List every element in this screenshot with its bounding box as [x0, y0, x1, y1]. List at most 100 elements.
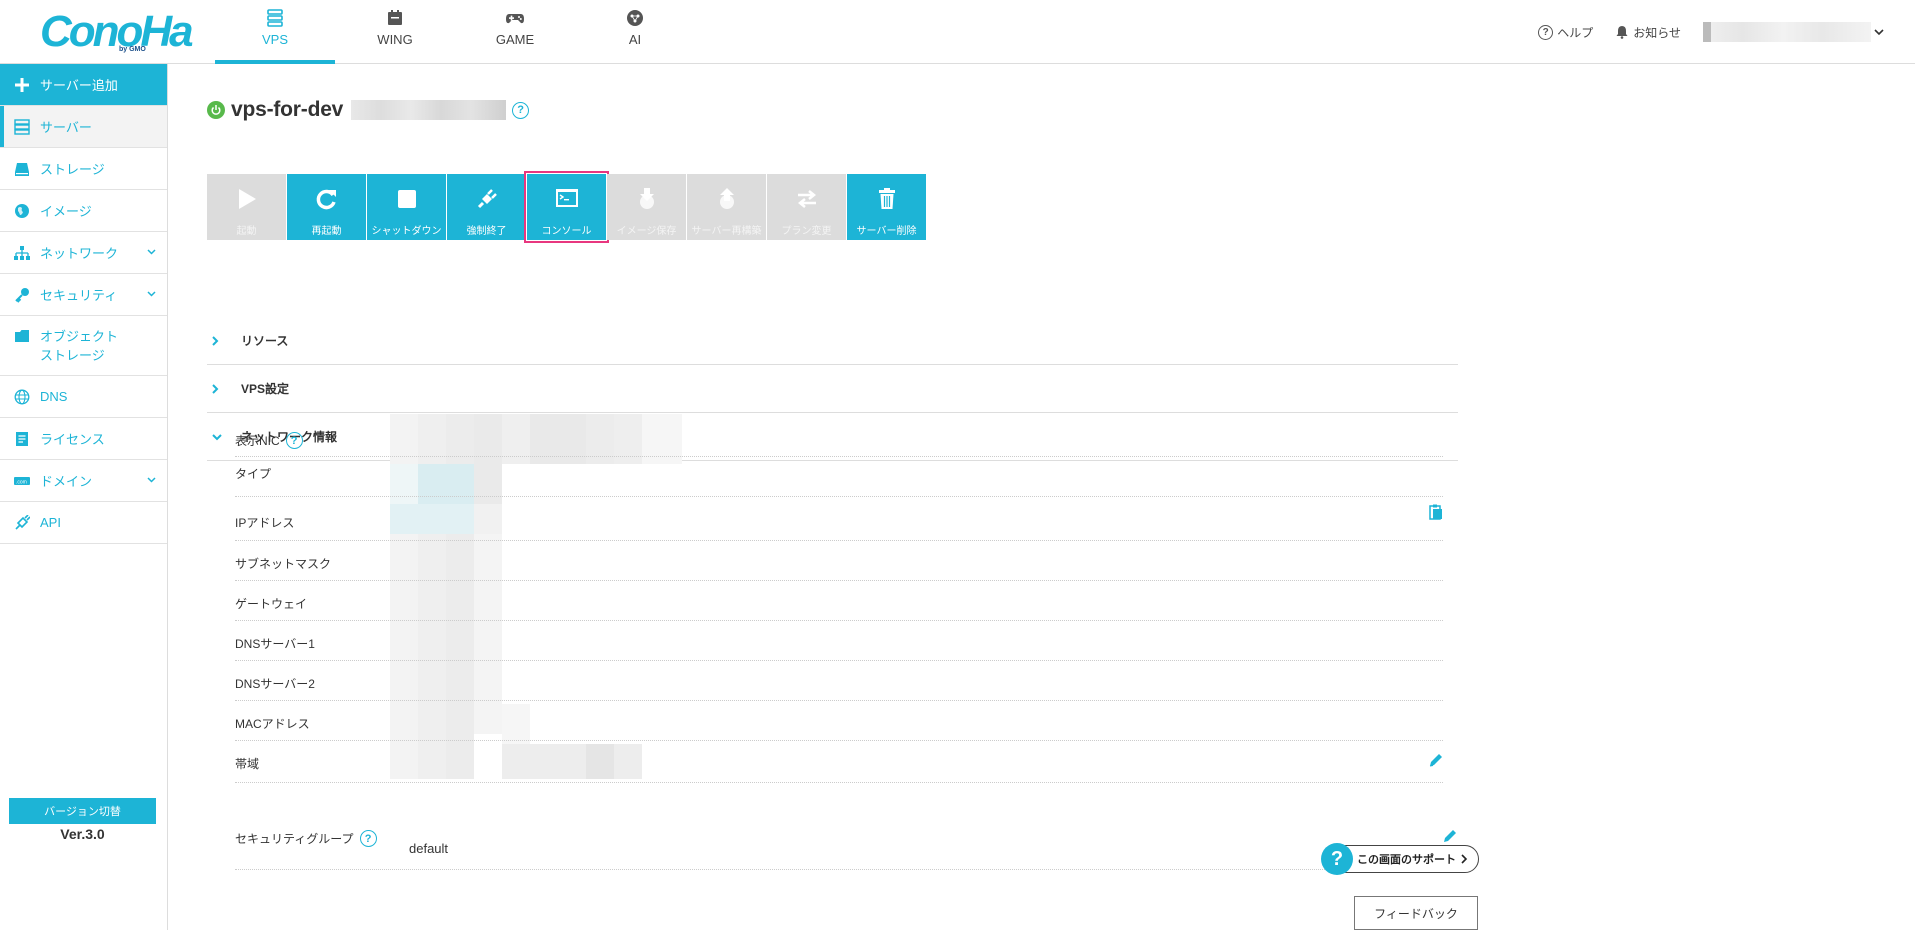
chevron-right-icon	[211, 383, 223, 395]
accordion-vps-settings[interactable]: VPS設定	[207, 365, 1458, 413]
support-label: この画面のサポート	[1357, 854, 1456, 866]
chevron-down-icon	[1874, 29, 1884, 36]
sidebar-item-api[interactable]: API	[0, 502, 167, 544]
row-label-text: DNSサーバー2	[235, 677, 315, 691]
security-group-label: セキュリティグループ	[235, 832, 354, 846]
feedback-button[interactable]: フィードバック	[1354, 896, 1478, 930]
change-plan-label: プラン変更	[781, 226, 832, 237]
row-label-text: 帯域	[235, 757, 260, 771]
folder-icon	[13, 327, 31, 345]
globe-icon	[13, 388, 31, 406]
sidebar-item-storage[interactable]: ストレージ	[0, 148, 167, 190]
play-icon	[238, 189, 256, 209]
rebuild-icon	[719, 188, 734, 209]
accordion-label: VPS設定	[241, 382, 290, 396]
key-icon	[13, 286, 31, 304]
sidebar-item-network[interactable]: ネットワーク	[0, 232, 167, 274]
row-label-text: DNSサーバー1	[235, 637, 315, 651]
logo-text: ConoHa	[40, 7, 194, 56]
tab-ai-label: AI	[628, 32, 642, 47]
chevron-right-icon	[211, 335, 223, 347]
domain-icon: .com	[13, 472, 31, 490]
rebuild-server-button[interactable]: サーバー再構築	[687, 174, 766, 240]
wing-icon	[388, 10, 402, 25]
tab-ai[interactable]: AI	[575, 0, 695, 64]
server-title-row: vps-for-dev ?	[207, 95, 530, 125]
help-icon[interactable]: ?	[359, 830, 377, 847]
shutdown-label: シャットダウン	[371, 226, 442, 237]
sidebar-item-label: オブジェクト ストレージ	[40, 328, 119, 363]
console-icon	[555, 189, 578, 207]
tab-vps[interactable]: VPS	[215, 0, 335, 64]
product-tabs: VPS WING GAME AI	[215, 0, 695, 64]
sidebar-item-object-storage[interactable]: オブジェクト ストレージ	[0, 316, 167, 376]
screen-support-button[interactable]: ? この画面のサポート	[1321, 843, 1479, 875]
force-stop-button[interactable]: 強制終了	[447, 174, 526, 240]
tab-wing-label: WING	[377, 32, 413, 47]
sidebar-item-domain[interactable]: .com ドメイン	[0, 460, 167, 502]
save-image-button[interactable]: イメージ保存	[607, 174, 686, 240]
clipboard-copy-icon[interactable]	[1428, 504, 1444, 520]
sidebar-item-server[interactable]: サーバー	[0, 106, 167, 148]
force-stop-label: 強制終了	[466, 226, 507, 237]
sidebar-item-label: セキュリティ	[40, 288, 118, 303]
restart-button[interactable]: 再起動	[287, 174, 366, 240]
tab-game-label: GAME	[495, 32, 535, 47]
add-server-button[interactable]: サーバー追加	[0, 64, 167, 106]
sidebar: サーバー追加 サーバー ストレージ イメージ ネットワーク セキュリティ オブジ…	[0, 64, 168, 930]
conoha-logo[interactable]: ConoHa by GMO	[40, 8, 194, 56]
sidebar-item-label: API	[40, 515, 61, 530]
plug-icon	[477, 189, 497, 209]
question-icon: ?	[1321, 843, 1353, 875]
page-title: vps-for-dev	[231, 98, 344, 121]
server-icon	[13, 118, 31, 136]
security-group-row: セキュリティグループ? default	[235, 815, 1456, 870]
sidebar-item-label: ドメイン	[40, 474, 93, 489]
account-name-redacted	[1703, 22, 1871, 42]
server-action-toolbar: 起動 再起動 シャットダウン 強制終了 コンソール イメージ保存 サーバー再構築	[207, 171, 926, 243]
restart-icon	[316, 189, 336, 210]
trash-icon	[878, 188, 895, 209]
plan-change-icon	[797, 190, 816, 208]
svg-text:.com: .com	[16, 479, 27, 485]
help-icon[interactable]: ?	[512, 101, 530, 119]
help-link[interactable]: ? ヘルプ	[1538, 24, 1593, 41]
accordion-resource[interactable]: リソース	[207, 317, 1458, 365]
notice-link[interactable]: お知らせ	[1615, 24, 1681, 41]
tab-game[interactable]: GAME	[455, 0, 575, 64]
start-button[interactable]: 起動	[207, 174, 286, 240]
row-label-text: 表示NIC	[235, 434, 280, 448]
tab-wing[interactable]: WING	[335, 0, 455, 64]
header-right: ? ヘルプ お知らせ	[1538, 0, 1915, 64]
bell-icon	[1616, 26, 1628, 39]
row-label-text: ゲートウェイ	[235, 597, 308, 611]
storage-icon	[13, 160, 31, 178]
top-header: ConoHa by GMO VPS WING GAME AI ? ヘルプ お知ら…	[0, 0, 1915, 64]
gateway-row: ゲートウェイ	[235, 581, 1443, 621]
shutdown-button[interactable]: シャットダウン	[367, 174, 446, 240]
sidebar-item-label: ネットワーク	[40, 246, 119, 261]
change-plan-button[interactable]: プラン変更	[767, 174, 846, 240]
notice-label: お知らせ	[1633, 25, 1681, 40]
pencil-edit-icon[interactable]	[1442, 828, 1458, 844]
account-menu[interactable]	[1703, 21, 1885, 43]
sidebar-item-dns[interactable]: DNS	[0, 376, 167, 418]
delete-server-button[interactable]: サーバー削除	[847, 174, 926, 240]
gamepad-icon	[506, 14, 524, 24]
accordion-label: リソース	[241, 334, 289, 348]
row-label-text: MACアドレス	[235, 717, 310, 731]
chevron-down-icon	[147, 249, 156, 255]
version-label: Ver.3.0	[60, 826, 105, 842]
pencil-edit-icon[interactable]	[1428, 752, 1444, 768]
stop-icon	[397, 190, 416, 208]
nic-label: 表示NIC?	[235, 432, 303, 449]
sidebar-item-security[interactable]: セキュリティ	[0, 274, 167, 316]
help-icon[interactable]: ?	[285, 432, 303, 449]
server-ip-redacted	[351, 100, 507, 120]
main-content: vps-for-dev ? 起動 再起動 シャットダウン 強制終了 コンソール …	[169, 65, 1915, 930]
sidebar-item-license[interactable]: ライセンス	[0, 418, 167, 460]
sidebar-item-image[interactable]: イメージ	[0, 190, 167, 232]
version-switch-button[interactable]: バージョン切替	[9, 798, 156, 824]
sidebar-item-label: サーバー	[40, 120, 92, 135]
console-button[interactable]: コンソール	[524, 171, 609, 243]
